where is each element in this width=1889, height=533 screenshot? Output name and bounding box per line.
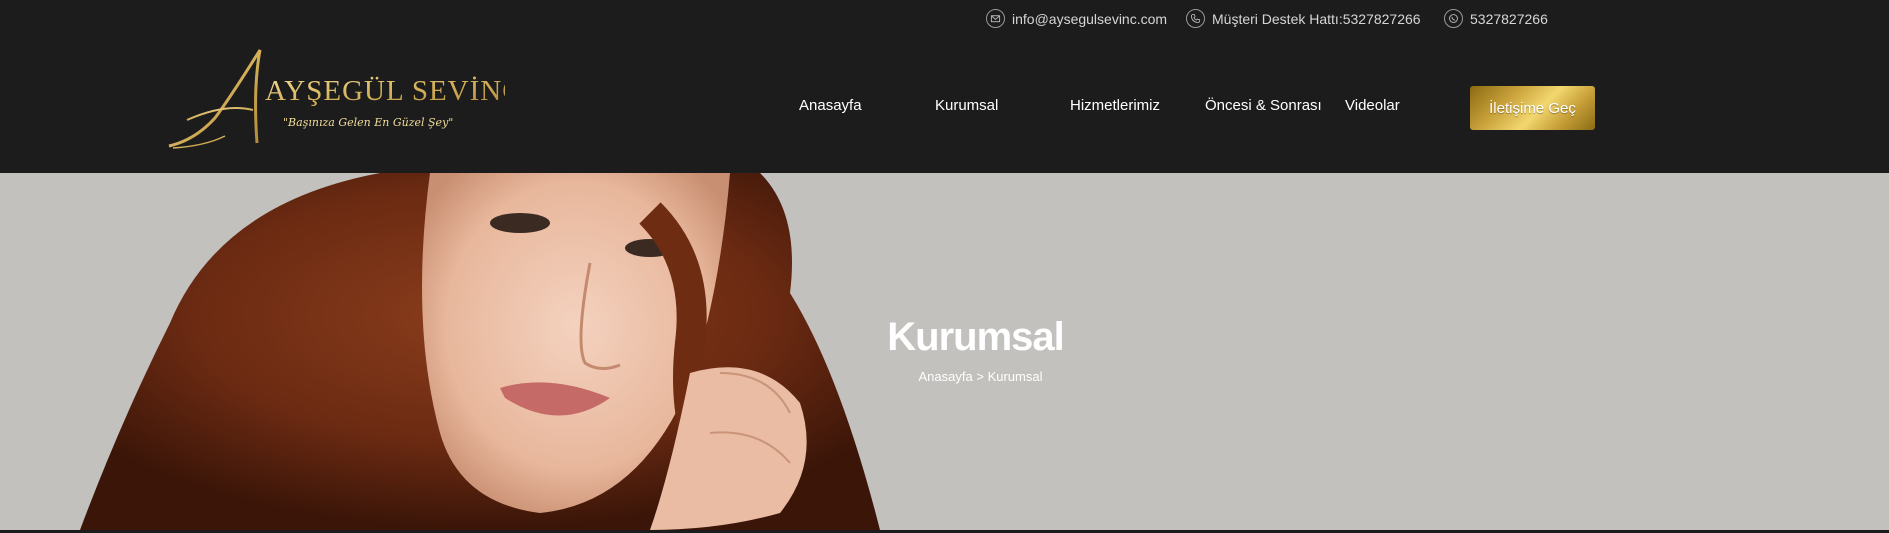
nav-anasayfa[interactable]: Anasayfa <box>799 97 862 114</box>
whatsapp-icon <box>1444 9 1463 28</box>
breadcrumb: Anasayfa > Kurumsal <box>0 369 1889 384</box>
contact-email-text: info@aysegulsevinc.com <box>1012 10 1168 27</box>
breadcrumb-separator: > <box>976 369 984 384</box>
envelope-icon <box>986 9 1005 28</box>
logo-tagline: "Başınıza Gelen En Güzel Şey" <box>283 116 453 129</box>
page-title: Kurumsal <box>887 315 1065 359</box>
phone-icon <box>1186 9 1205 28</box>
top-contact-bar: info@aysegulsevinc.com Müşteri Destek Ha… <box>0 0 1889 38</box>
contact-whatsapp[interactable]: 5327827266 <box>1444 9 1548 28</box>
contact-support-line[interactable]: Müşteri Destek Hattı:5327827266 <box>1186 9 1421 28</box>
site-header: AYŞEGÜL SEVİNÇ "Başınıza Gelen En Güzel … <box>0 38 1889 173</box>
nav-kurumsal[interactable]: Kurumsal <box>935 97 998 114</box>
nav-videolar[interactable]: Videolar <box>1345 97 1400 114</box>
brand-logo[interactable]: AYŞEGÜL SEVİNÇ "Başınıza Gelen En Güzel … <box>165 48 505 153</box>
breadcrumb-home-link[interactable]: Anasayfa <box>919 369 973 384</box>
contact-whatsapp-text: 5327827266 <box>1470 10 1548 27</box>
logo-name: AYŞEGÜL SEVİNÇ <box>265 75 505 107</box>
hero-banner: Kurumsal Anasayfa > Kurumsal <box>0 173 1889 530</box>
contact-email[interactable]: info@aysegulsevinc.com <box>986 9 1167 28</box>
nav-oncesi-sonrasi[interactable]: Öncesi & Sonrası <box>1205 97 1322 114</box>
nav-hizmetlerimiz[interactable]: Hizmetlerimiz <box>1070 97 1160 114</box>
contact-support-text: Müşteri Destek Hattı:5327827266 <box>1212 10 1421 27</box>
contact-cta-button[interactable]: İletişime Geç <box>1470 86 1595 130</box>
breadcrumb-current: Kurumsal <box>987 369 1043 384</box>
